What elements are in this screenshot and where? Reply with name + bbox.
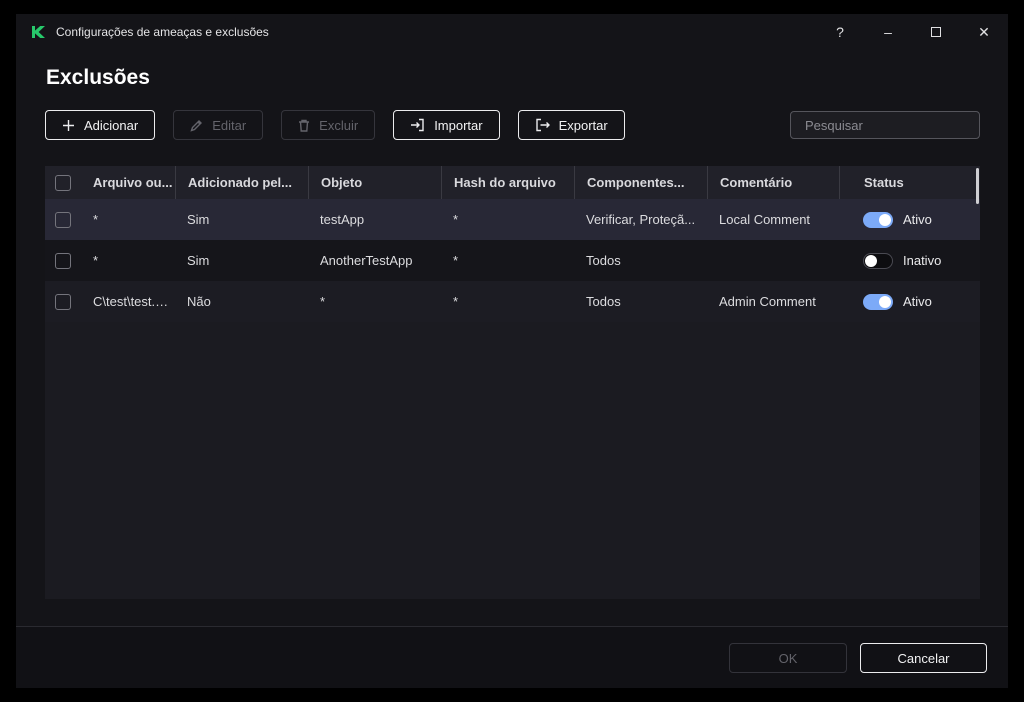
table-header: Arquivo ou... Adicionado pel... Objeto H…: [45, 166, 980, 199]
status-label: Ativo: [903, 294, 932, 309]
cell-object: *: [320, 294, 326, 309]
row-checkbox[interactable]: [55, 252, 71, 269]
plus-icon: [63, 119, 74, 131]
cell-file: C\test\test.exe: [93, 294, 175, 309]
column-header-object[interactable]: Objeto: [308, 166, 441, 199]
search-input[interactable]: [805, 117, 981, 133]
toggle-knob: [865, 254, 877, 267]
window-controls: ? – ✕: [816, 14, 1008, 50]
cell-status: Inativo: [839, 252, 980, 269]
column-header-hash[interactable]: Hash do arquivo: [441, 166, 574, 199]
select-all-cell[interactable]: [45, 166, 81, 199]
footer: OK Cancelar: [16, 626, 1008, 688]
import-button[interactable]: Importar: [393, 110, 500, 140]
search-box[interactable]: [790, 111, 981, 139]
row-checkbox[interactable]: [55, 293, 71, 310]
ok-button[interactable]: OK: [729, 643, 847, 673]
maximize-icon: [931, 27, 941, 37]
cell-status: Ativo: [839, 211, 980, 228]
cell-file: *: [93, 253, 99, 268]
titlebar: Configurações de ameaças e exclusões ? –…: [16, 14, 1008, 50]
cell-file: *: [93, 212, 99, 227]
column-header-comment[interactable]: Comentário: [707, 166, 839, 199]
cell-object: testApp: [320, 212, 365, 227]
select-all-checkbox[interactable]: [55, 174, 71, 191]
export-icon: [535, 118, 550, 132]
cell-components: Todos: [586, 294, 621, 309]
edit-button-label: Editar: [212, 117, 247, 133]
cell-components: Todos: [586, 253, 621, 268]
add-button[interactable]: Adicionar: [45, 110, 156, 140]
table-row[interactable]: C\test\test.exe Não * * Todos Admin Comm…: [45, 281, 980, 322]
row-checkbox[interactable]: [55, 211, 71, 228]
toolbar: Adicionar Editar Excluir Importar Export…: [45, 110, 981, 140]
minimize-button[interactable]: –: [864, 14, 912, 50]
column-header-status[interactable]: Status: [839, 166, 980, 199]
toggle-knob: [879, 213, 891, 226]
export-button-label: Exportar: [558, 117, 608, 133]
cell-comment: Local Comment: [719, 212, 811, 227]
toggle-knob: [879, 295, 891, 308]
import-button-label: Importar: [434, 117, 483, 133]
status-label: Inativo: [903, 253, 942, 268]
column-header-components[interactable]: Componentes...: [574, 166, 707, 199]
cell-hash: *: [453, 212, 459, 227]
kaspersky-logo-icon: [32, 26, 45, 38]
close-button[interactable]: ✕: [960, 14, 1008, 50]
table-row[interactable]: * Sim AnotherTestApp * Todos Inativo: [45, 240, 980, 281]
cell-hash: *: [453, 253, 459, 268]
status-label: Ativo: [903, 212, 932, 227]
cell-added-by: Sim: [187, 253, 210, 268]
window-title: Configurações de ameaças e exclusões: [56, 25, 269, 39]
cell-status: Ativo: [839, 293, 980, 310]
vertical-scrollbar[interactable]: [976, 168, 979, 204]
app-window: Configurações de ameaças e exclusões ? –…: [16, 14, 1008, 688]
table-empty-area: [45, 322, 980, 599]
cell-comment: Admin Comment: [719, 294, 816, 309]
status-toggle[interactable]: [863, 293, 893, 310]
maximize-button[interactable]: [912, 14, 960, 50]
cell-object: AnotherTestApp: [320, 253, 413, 268]
column-header-file[interactable]: Arquivo ou...: [81, 166, 175, 199]
cancel-button[interactable]: Cancelar: [860, 643, 987, 673]
cell-components: Verificar, Proteçã...: [586, 212, 696, 227]
cell-added-by: Sim: [187, 212, 210, 227]
page-title: Exclusões: [46, 66, 150, 89]
table-row[interactable]: * Sim testApp * Verificar, Proteçã... Lo…: [45, 199, 980, 240]
delete-button[interactable]: Excluir: [281, 110, 376, 140]
trash-icon: [299, 119, 310, 132]
help-button[interactable]: ?: [816, 14, 864, 50]
column-header-added-by[interactable]: Adicionado pel...: [175, 166, 308, 199]
exclusions-table: Arquivo ou... Adicionado pel... Objeto H…: [45, 166, 980, 599]
cell-hash: *: [453, 294, 459, 309]
delete-button-label: Excluir: [319, 117, 359, 133]
status-toggle[interactable]: [863, 211, 893, 228]
status-toggle[interactable]: [863, 252, 893, 269]
edit-button[interactable]: Editar: [173, 110, 264, 140]
import-icon: [411, 118, 424, 132]
export-button[interactable]: Exportar: [517, 110, 625, 140]
add-button-label: Adicionar: [84, 117, 139, 133]
cell-added-by: Não: [187, 294, 211, 309]
pencil-icon: [190, 119, 203, 132]
